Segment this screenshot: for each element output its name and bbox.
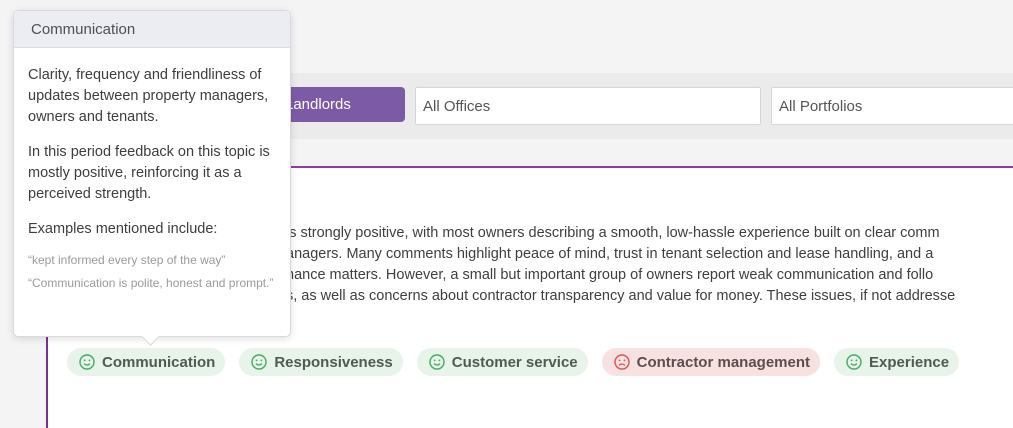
summary-line: is strongly positive, with most owners d…: [286, 225, 940, 241]
topic-chip-customer-service[interactable]: Customer service: [416, 348, 588, 376]
topic-chip-responsiveness[interactable]: Responsiveness: [239, 348, 403, 376]
tooltip-description: Clarity, frequency and friendliness of u…: [28, 67, 269, 125]
tooltip-title: Communication: [14, 11, 290, 48]
smile-icon: [251, 354, 268, 370]
smile-icon: [79, 354, 95, 370]
smile-icon: [429, 354, 445, 370]
smile-icon: [846, 354, 862, 370]
portfolios-select[interactable]: All Portfolios: [771, 87, 1013, 125]
tooltip-example-quote: “Communication is polite, honest and pro…: [28, 276, 274, 290]
topic-chips: Communication Responsiveness Customer se…: [67, 348, 960, 376]
topic-chip-label: Customer service: [451, 353, 578, 371]
topic-chip-label: Communication: [102, 353, 216, 371]
tooltip-example-quote: “kept informed every step of the way”: [28, 253, 226, 267]
offices-select[interactable]: All Offices: [415, 87, 761, 125]
topic-chip-contractor-management[interactable]: Contractor management: [601, 348, 821, 376]
tooltip-examples-label: Examples mentioned include:: [28, 221, 218, 237]
topic-chip-label: Responsiveness: [274, 353, 393, 371]
tooltip-assessment: In this period feedback on this topic is…: [28, 144, 270, 202]
summary-line: s, as well as concerns about contractor …: [286, 288, 956, 304]
frown-icon: [613, 354, 630, 370]
topic-chip-communication[interactable]: Communication: [67, 348, 226, 376]
summary-text: is strongly positive, with most owners d…: [286, 223, 1013, 307]
topic-tooltip: Communication Clarity, frequency and fri…: [13, 10, 291, 337]
summary-line: nance matters. However, a small but impo…: [286, 267, 934, 283]
tooltip-body: Clarity, frequency and friendliness of u…: [14, 48, 290, 292]
summary-line: anagers. Many comments highlight peace o…: [286, 246, 934, 262]
topic-chip-label: Contractor management: [636, 353, 811, 371]
topic-chip-label: Experience: [869, 353, 950, 371]
topic-chip-experience[interactable]: Experience: [834, 348, 960, 376]
